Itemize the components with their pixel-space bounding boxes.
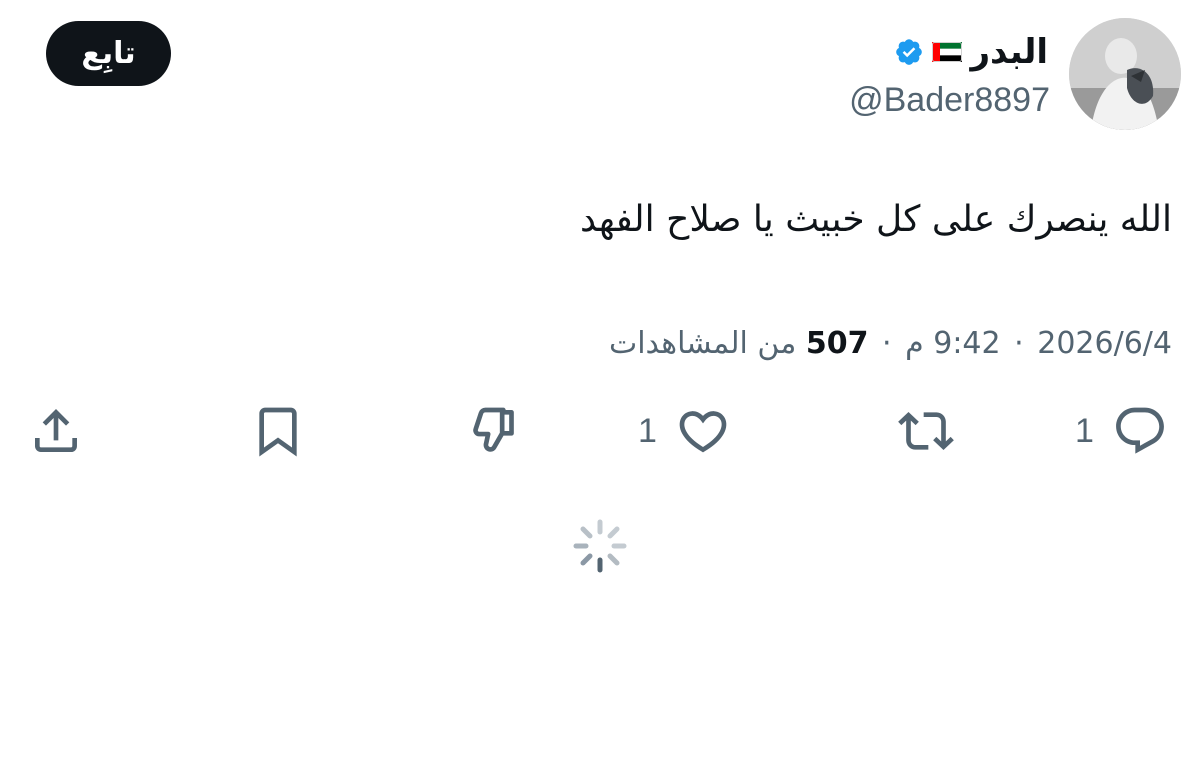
retweet-icon[interactable]: [898, 403, 954, 459]
views-label: من المشاهدات: [608, 326, 797, 361]
meta-separator: ·: [882, 326, 892, 361]
tweet-time[interactable]: 9:42 م: [905, 326, 1001, 361]
loading-spinner-icon: [570, 516, 630, 576]
reply-icon[interactable]: [1112, 403, 1168, 459]
uae-flag-icon: [932, 42, 963, 62]
reply-action[interactable]: 1: [1075, 400, 1168, 462]
retweet-action[interactable]: [898, 400, 954, 462]
user-handle[interactable]: @Bader8897: [849, 78, 1050, 122]
tweet-text: الله ينصرك على كل خبيث يا صلاح الفهد: [579, 199, 1172, 240]
like-action[interactable]: 1: [638, 400, 731, 462]
bookmark-icon[interactable]: [250, 403, 306, 459]
share-action[interactable]: [28, 400, 84, 462]
avatar[interactable]: [1069, 18, 1181, 130]
tweet-date[interactable]: 2026/6/4: [1037, 326, 1172, 361]
avatar-image: [1069, 18, 1181, 130]
tweet-meta: 2026/6/4 · 9:42 م · 507 من المشاهدات: [609, 322, 1172, 366]
follow-button[interactable]: تابِع: [46, 21, 171, 86]
like-count: 1: [638, 411, 657, 450]
share-icon[interactable]: [28, 403, 84, 459]
thumbs-down-icon[interactable]: [466, 403, 522, 459]
meta-separator: ·: [1014, 326, 1024, 361]
display-name[interactable]: البدر: [970, 30, 1048, 74]
heart-icon[interactable]: [675, 403, 731, 459]
reply-count: 1: [1075, 411, 1094, 450]
bookmark-action[interactable]: [250, 400, 306, 462]
dislike-action[interactable]: [466, 400, 522, 462]
views-count: 507: [805, 326, 869, 361]
verified-badge-icon[interactable]: [894, 37, 924, 67]
display-name-row: البدر: [894, 30, 1048, 74]
